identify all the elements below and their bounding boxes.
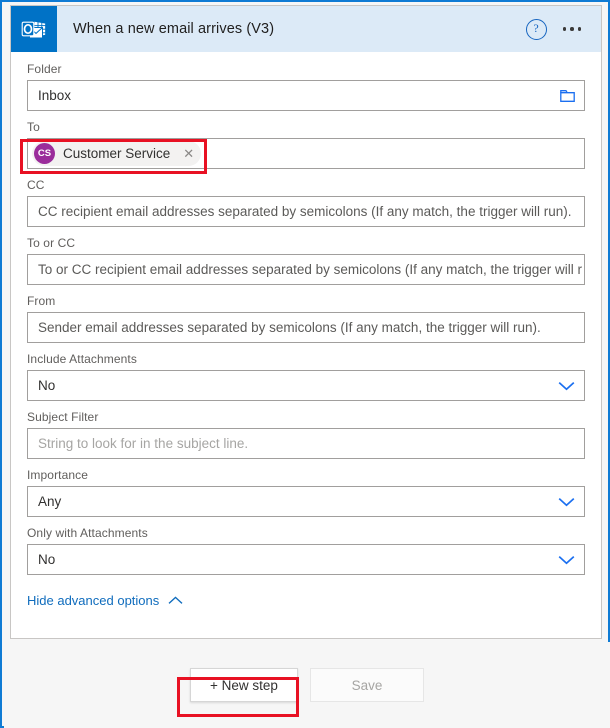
field-to-or-cc: To or CC To or CC recipient email addres… <box>27 236 585 285</box>
include-attachments-value: No <box>38 378 56 393</box>
field-label-include-attachments: Include Attachments <box>27 352 137 366</box>
card-header: When a new email arrives (V3) ? <box>11 6 601 52</box>
field-label-subject-filter: Subject Filter <box>27 410 99 424</box>
field-importance: Importance Any <box>27 468 585 517</box>
field-from: From Sender email addresses separated by… <box>27 294 585 343</box>
from-input[interactable]: Sender email addresses separated by semi… <box>27 312 585 343</box>
chevron-up-icon <box>168 593 183 608</box>
field-label-from: From <box>27 294 56 308</box>
cc-placeholder: CC recipient email addresses separated b… <box>38 204 572 219</box>
field-include-attachments: Include Attachments No <box>27 352 585 401</box>
importance-value: Any <box>38 494 62 509</box>
field-cc: CC CC recipient email addresses separate… <box>27 178 585 227</box>
recipient-chip-label: Customer Service <box>63 146 171 161</box>
to-or-cc-placeholder: To or CC recipient email addresses separ… <box>38 262 582 277</box>
field-subject-filter: Subject Filter String to look for in the… <box>27 410 585 459</box>
only-with-attachments-value: No <box>38 552 56 567</box>
subject-filter-input[interactable]: String to look for in the subject line. <box>27 428 585 459</box>
field-only-with-attachments: Only with Attachments No <box>27 526 585 575</box>
new-step-button[interactable]: + New step <box>190 668 298 702</box>
field-label-only-with-attachments: Only with Attachments <box>27 526 148 540</box>
chevron-down-icon[interactable] <box>558 381 575 391</box>
field-label-to-or-cc: To or CC <box>27 236 76 250</box>
cc-input[interactable]: CC recipient email addresses separated b… <box>27 196 585 227</box>
hide-advanced-options-label: Hide advanced options <box>27 593 160 608</box>
save-button[interactable]: Save <box>310 668 424 702</box>
field-folder: Folder Inbox <box>27 62 585 111</box>
folder-picker-icon[interactable] <box>560 89 575 102</box>
importance-dropdown[interactable]: Any <box>27 486 585 517</box>
trigger-card: When a new email arrives (V3) ? Folder I… <box>10 5 602 639</box>
include-attachments-dropdown[interactable]: No <box>27 370 585 401</box>
field-label-folder: Folder <box>27 62 62 76</box>
help-icon[interactable]: ? <box>525 18 547 40</box>
flow-designer-frame: When a new email arrives (V3) ? Folder I… <box>0 0 610 728</box>
subject-filter-placeholder: String to look for in the subject line. <box>38 436 249 451</box>
hide-advanced-options-link[interactable]: Hide advanced options <box>27 593 183 608</box>
folder-input[interactable]: Inbox <box>27 80 585 111</box>
from-placeholder: Sender email addresses separated by semi… <box>38 320 541 335</box>
close-icon[interactable]: ✕ <box>180 147 197 160</box>
to-or-cc-input[interactable]: To or CC recipient email addresses separ… <box>27 254 585 285</box>
header-actions: ? <box>525 18 602 40</box>
more-options-icon[interactable] <box>559 21 586 37</box>
only-with-attachments-dropdown[interactable]: No <box>27 544 585 575</box>
folder-value: Inbox <box>38 88 72 103</box>
card-title: When a new email arrives (V3) <box>73 21 275 37</box>
footer-actions: + New step Save <box>4 642 610 728</box>
avatar: CS <box>34 143 55 164</box>
card-body: Folder Inbox To CS Customer Service ✕ CC… <box>11 52 601 610</box>
chevron-down-icon[interactable] <box>558 555 575 565</box>
chevron-down-icon[interactable] <box>558 497 575 507</box>
field-to: To CS Customer Service ✕ <box>27 120 585 169</box>
field-label-cc: CC <box>27 178 45 192</box>
to-people-picker[interactable]: CS Customer Service ✕ <box>27 138 585 169</box>
field-label-to: To <box>27 120 40 134</box>
recipient-chip[interactable]: CS Customer Service ✕ <box>32 141 202 166</box>
outlook-icon <box>11 6 57 52</box>
field-label-importance: Importance <box>27 468 89 482</box>
